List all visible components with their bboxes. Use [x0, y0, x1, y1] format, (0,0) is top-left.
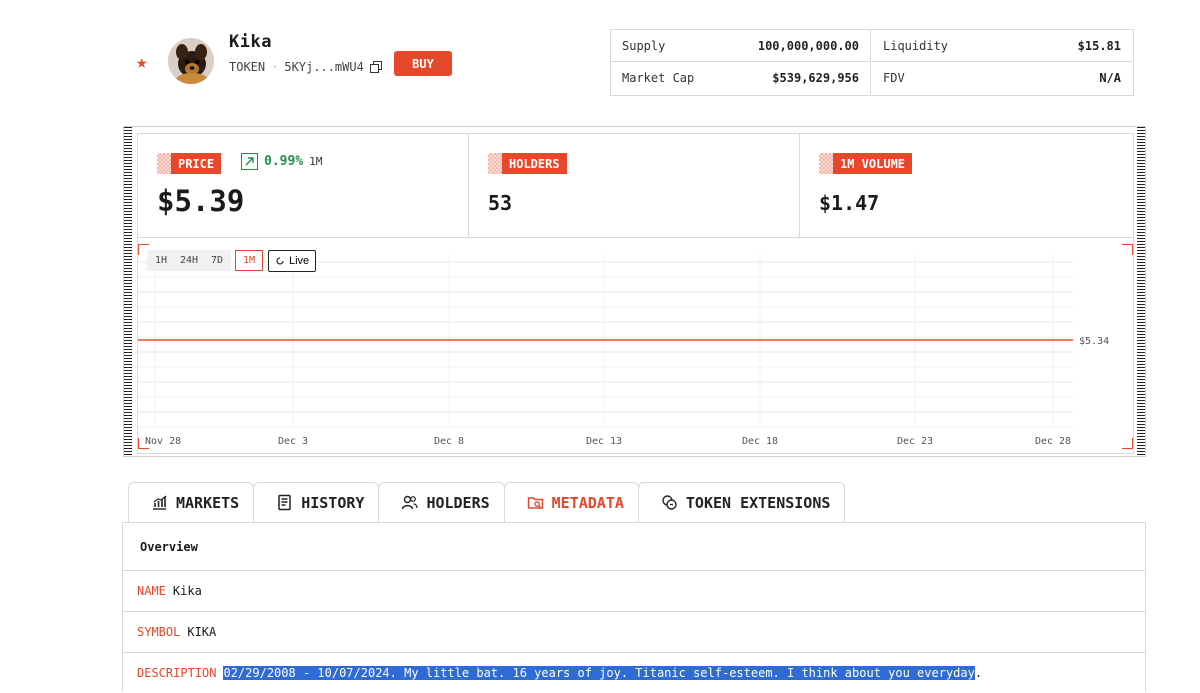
tab-metadata[interactable]: METADATA	[503, 482, 639, 522]
tab-token-extensions[interactable]: TOKEN EXTENSIONS	[637, 482, 846, 522]
corner-marker	[138, 438, 149, 449]
last-price-label: $5.34	[1079, 336, 1109, 347]
copy-icon[interactable]	[369, 61, 382, 73]
x-tick-label: Dec 8	[434, 436, 464, 447]
x-tick-label: Dec 3	[278, 436, 308, 447]
price-panel-inner: PRICE 0.99% 1M $5.39 HOLDERS 53 1M VOLUM…	[137, 133, 1134, 454]
stat-value: $539,629,956	[772, 71, 859, 85]
metadata-row-name: NAME Kika	[123, 571, 1145, 612]
token-type: TOKEN	[229, 60, 266, 74]
holders-badge-label: HOLDERS	[509, 156, 560, 171]
description-value: 02/29/2008 - 10/07/2024. My little bat. …	[223, 666, 975, 680]
price-change-percent: 0.99%	[264, 154, 304, 169]
stat-fdv: FDV N/A	[872, 62, 1132, 94]
stat-supply: Supply 100,000,000.00	[611, 30, 871, 62]
tab-holders[interactable]: HOLDERS	[378, 482, 505, 522]
coins-icon	[662, 495, 677, 510]
time-range-selector: 1H 24H 7D 1M	[147, 250, 264, 271]
price-value: $5.39	[157, 184, 245, 218]
symbol-value: KIKA	[187, 625, 217, 639]
stat-label: FDV	[883, 71, 905, 85]
stat-label: Liquidity	[883, 38, 949, 53]
price-badge-label: PRICE	[178, 156, 215, 171]
holders-badge: HOLDERS	[488, 153, 567, 174]
description-label: DESCRIPTION	[137, 666, 217, 680]
overview-title: Overview	[140, 539, 198, 554]
live-label: Live	[289, 255, 310, 267]
stat-value: 100,000,000.00	[757, 38, 859, 53]
stat-value: $15.81	[1077, 38, 1121, 53]
tab-history[interactable]: HISTORY	[253, 482, 380, 522]
price-chart-area: $5.34 Nov 28 Dec 3 Dec 8 Dec 13 Dec 18 Dec 23 D…	[138, 244, 1133, 449]
description-tail: .	[974, 666, 983, 680]
token-avatar	[168, 38, 214, 84]
tab-label: TOKEN EXTENSIONS	[685, 493, 831, 512]
range-7d-button[interactable]: 7D	[203, 250, 232, 271]
range-1h-button[interactable]: 1H	[147, 250, 175, 271]
metric-price: PRICE 0.99% 1M $5.39	[138, 134, 469, 238]
overview-header: Overview	[123, 523, 1145, 571]
stat-market-cap: Market Cap $539,629,956	[611, 62, 871, 94]
name-value: Kika	[172, 584, 202, 598]
name-label: NAME	[137, 584, 166, 598]
stat-label: Market Cap	[622, 71, 695, 85]
x-tick-label: Dec 28	[1035, 436, 1071, 447]
stat-value: N/A	[1099, 71, 1121, 85]
checker-pattern	[819, 153, 833, 174]
buy-button[interactable]: BUY	[394, 51, 452, 76]
users-icon	[402, 495, 419, 510]
refresh-icon	[276, 257, 284, 265]
price-change: 0.99% 1M	[241, 153, 322, 170]
document-icon	[278, 494, 291, 511]
price-chart: $5.34 Nov 28 Dec 3 Dec 8 Dec 13 Dec 18 Dec 23 D…	[138, 254, 1109, 447]
tab-markets[interactable]: MARKETS	[128, 482, 255, 522]
tab-label: HOLDERS	[426, 493, 490, 512]
metadata-row-description: DESCRIPTION 02/29/2008 - 10/07/2024. My …	[123, 653, 1145, 693]
metadata-panel: Overview NAME Kika SYMBOL KIKA DESCRIPTI…	[122, 522, 1146, 692]
favorite-star-icon[interactable]: ★	[136, 53, 154, 72]
chart-bars-icon	[153, 495, 167, 510]
folder-search-icon	[527, 497, 543, 509]
x-tick-label: Dec 18	[742, 436, 778, 447]
live-button[interactable]: Live	[268, 250, 317, 272]
token-subtitle: TOKEN · 5KYj...mWU4	[229, 60, 382, 74]
detail-tabs: MARKETS HISTORY HOLDERS METADATA TOKEN E…	[128, 482, 846, 522]
volume-badge: 1M VOLUME	[819, 153, 913, 174]
corner-marker	[1122, 438, 1133, 449]
x-tick-label: Dec 13	[586, 436, 622, 447]
corner-marker	[1122, 244, 1133, 255]
volume-badge-label: 1M VOLUME	[840, 156, 906, 171]
tab-label: METADATA	[551, 493, 624, 512]
stat-liquidity: Liquidity $15.81	[872, 30, 1132, 62]
separator-dot: ·	[271, 60, 279, 74]
symbol-label: SYMBOL	[137, 625, 181, 639]
token-name: Kika	[229, 32, 272, 52]
x-tick-label: Dec 23	[897, 436, 933, 447]
token-address: 5KYj...mWU4	[284, 60, 364, 74]
holders-value: 53	[488, 191, 513, 215]
stat-label: Supply	[622, 38, 666, 53]
price-change-period: 1M	[309, 155, 323, 168]
arrow-up-right-icon	[241, 153, 258, 170]
price-panel: PRICE 0.99% 1M $5.39 HOLDERS 53 1M VOLUM…	[123, 126, 1146, 457]
dog-avatar-image	[168, 38, 214, 84]
tab-label: MARKETS	[176, 493, 240, 512]
tab-label: HISTORY	[301, 493, 365, 512]
range-1m-button[interactable]: 1M	[235, 250, 264, 271]
volume-value: $1.47	[819, 191, 880, 215]
metadata-row-symbol: SYMBOL KIKA	[123, 612, 1145, 653]
checker-pattern	[488, 153, 502, 174]
x-tick-label: Nov 28	[145, 436, 181, 447]
metric-holders: HOLDERS 53	[469, 134, 800, 238]
metric-volume: 1M VOLUME $1.47	[800, 134, 1133, 238]
token-stats-table: Supply 100,000,000.00 Liquidity $15.81 M…	[610, 29, 1134, 96]
checker-pattern	[157, 153, 171, 174]
range-24h-button[interactable]: 24H	[175, 250, 204, 271]
price-badge: PRICE	[157, 153, 222, 174]
